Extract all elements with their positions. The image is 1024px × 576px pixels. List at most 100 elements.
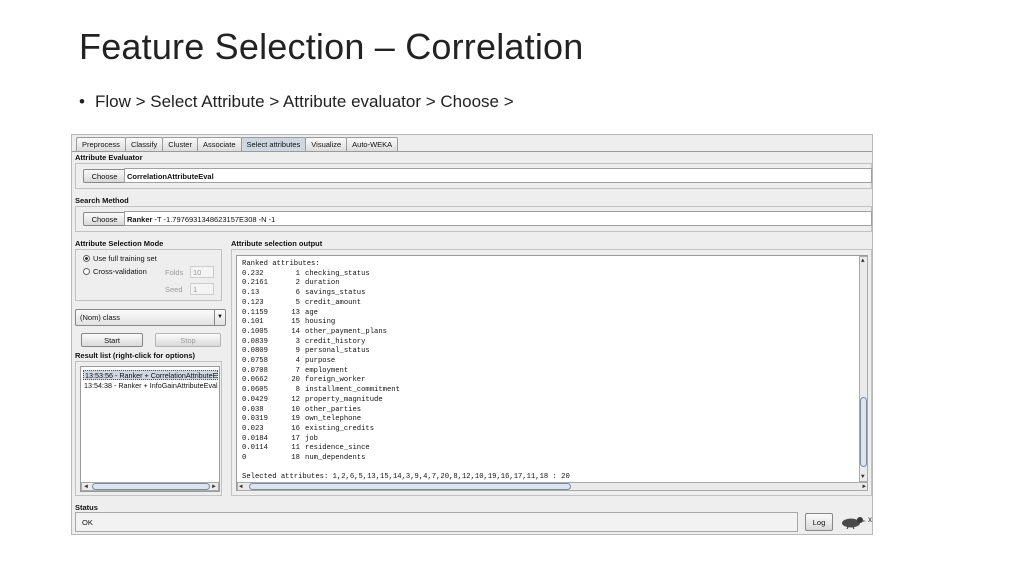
evaluator-choose-button[interactable]: Choose	[83, 169, 126, 183]
rank-attribute: savings_status	[305, 289, 366, 298]
rank-attribute: residence_since	[305, 444, 370, 453]
rank-score: 0.1159	[242, 308, 268, 317]
rank-index: 18	[291, 454, 300, 462]
rank-score: 0.038	[242, 405, 264, 414]
tab-auto-weka[interactable]: Auto-WEKA	[346, 137, 399, 152]
rank-score: 0.0839	[242, 337, 268, 346]
scroll-down-icon[interactable]: ▼	[861, 473, 865, 481]
rank-attribute: foreign_worker	[305, 376, 366, 385]
output-vscroll-thumb[interactable]	[860, 397, 867, 467]
bullet-dot: •	[79, 92, 85, 111]
output-rank-row: 0.0809 9 personal_status	[242, 347, 370, 357]
output-vscrollbar[interactable]: ▲ ▼	[859, 256, 868, 482]
tab-divider	[72, 151, 872, 152]
rank-score: 0.0605	[242, 386, 268, 395]
output-rank-row: 0.0319 19 own_telephone	[242, 415, 361, 425]
result-list-scroll-thumb[interactable]	[92, 483, 210, 490]
tab-bar: Preprocess Classify Cluster Associate Se…	[76, 137, 399, 152]
rank-index: 2	[295, 279, 300, 288]
scroll-left-icon[interactable]: ◄	[239, 483, 243, 491]
rank-index: 17	[291, 434, 300, 443]
rank-score: 0.123	[242, 298, 264, 307]
output-hscroll-thumb[interactable]	[249, 483, 571, 490]
tab-visualize[interactable]: Visualize	[305, 137, 348, 152]
output-rank-row: 0.0184 17 job	[242, 435, 318, 445]
output-rank-row: 0.0114 11 residence_since	[242, 444, 370, 454]
result-list-item[interactable]: 13:54:38 - Ranker + InfoGainAttributeEva…	[83, 381, 218, 391]
rank-index: 15	[291, 318, 300, 327]
rank-attribute: credit_amount	[305, 298, 362, 307]
output-rank-row: 0.023 16 existing_credits	[242, 425, 374, 435]
rank-score: 0.13	[242, 289, 260, 298]
status-section-label: Status	[75, 503, 98, 512]
rank-score: 0.0114	[242, 444, 268, 453]
output-rank-row: 0.0708 7 employment	[242, 367, 348, 377]
chevron-down-icon: ▼	[214, 310, 225, 325]
rank-score: 0.0809	[242, 347, 268, 356]
output-rank-row: 0 18 num_dependents	[242, 454, 365, 464]
tab-cluster[interactable]: Cluster	[162, 137, 198, 152]
radio-unselected-icon	[83, 268, 90, 275]
rank-attribute: employment	[305, 366, 349, 375]
tab-preprocess[interactable]: Preprocess	[76, 137, 126, 152]
search-field[interactable]: Ranker -T -1.7976931348623157E308 -N -1	[124, 211, 872, 226]
rank-score: 0.0319	[242, 415, 268, 424]
stop-button[interactable]: Stop	[155, 333, 221, 347]
output-rank-row: 0.13 6 savings_status	[242, 289, 365, 299]
rank-score: 0.1005	[242, 327, 268, 336]
radio-full-training[interactable]: Use full training set	[83, 254, 157, 264]
radio-cross-validation[interactable]: Cross-validation	[83, 267, 147, 277]
search-choose-button[interactable]: Choose	[83, 212, 126, 226]
attribute-selection-output[interactable]: Ranked attributes: 0.232 1 checking_status…	[236, 255, 868, 491]
output-rank-row: 0.0429 12 property_magnitude	[242, 396, 383, 406]
rank-index: 20	[291, 376, 300, 385]
scroll-right-icon[interactable]: ►	[211, 483, 217, 491]
rank-index: 12	[291, 395, 300, 404]
start-button[interactable]: Start	[81, 333, 143, 347]
result-list-hscrollbar[interactable]: ◄ ►	[81, 482, 219, 491]
rank-score: 0.0429	[242, 395, 268, 404]
output-rank-row: 0.232 1 checking_status	[242, 270, 370, 280]
rank-attribute: credit_history	[305, 337, 366, 346]
tab-classify[interactable]: Classify	[124, 137, 164, 152]
class-select[interactable]: (Nom) class ▼	[75, 309, 226, 326]
rank-attribute: checking_status	[305, 269, 370, 278]
log-button[interactable]: Log	[805, 513, 833, 531]
radio-cross-validation-label: Cross-validation	[93, 267, 147, 276]
output-rank-row: 0.123 5 credit_amount	[242, 299, 361, 309]
search-section-label: Search Method	[75, 196, 129, 205]
rank-attribute: own_telephone	[305, 415, 362, 424]
result-list-item[interactable]: 13:53:56 - Ranker + CorrelationAttribute…	[83, 370, 218, 380]
status-bar: OK	[75, 512, 798, 532]
tab-select-attributes[interactable]: Select attributes	[240, 137, 307, 152]
rank-score: 0.101	[242, 318, 264, 327]
output-rank-row: 0.2161 2 duration	[242, 279, 340, 289]
result-list[interactable]: 13:53:56 - Ranker + CorrelationAttribute…	[80, 366, 220, 492]
slide-title: Feature Selection – Correlation	[79, 26, 584, 67]
evaluator-section-label: Attribute Evaluator	[75, 153, 143, 162]
rank-attribute: job	[305, 434, 318, 443]
rank-index: 7	[295, 366, 300, 375]
folds-field[interactable]: 10	[190, 266, 214, 278]
rank-score: 0.0184	[242, 434, 268, 443]
scroll-up-icon[interactable]: ▲	[861, 257, 865, 265]
folds-label: Folds	[165, 268, 184, 277]
rank-index: 3	[295, 337, 300, 346]
evaluator-field[interactable]: CorrelationAttributeEval	[124, 168, 872, 183]
seed-field[interactable]: 1	[190, 283, 214, 295]
search-method-name: Ranker	[127, 215, 153, 224]
output-rank-row: 0.0662 20 foreign_worker	[242, 376, 365, 386]
output-hscrollbar[interactable]: ◄ ►	[237, 482, 868, 491]
rank-attribute: purpose	[305, 357, 336, 365]
tab-associate[interactable]: Associate	[196, 137, 242, 152]
rank-attribute: other_payment_plans	[305, 327, 387, 336]
output-rank-row: 0.0839 3 credit_history	[242, 338, 365, 348]
rank-attribute: duration	[305, 279, 340, 288]
output-rank-row: 0.0605 8 installment_commitment	[242, 386, 400, 396]
scroll-left-icon[interactable]: ◄	[83, 483, 89, 491]
search-method-args: -T -1.7976931348623157E308 -N -1	[152, 215, 276, 224]
output-rank-row: 0.038 10 other_parties	[242, 406, 361, 416]
rank-index: 9	[295, 347, 300, 356]
rank-score: 0.232	[242, 269, 264, 278]
scroll-right-icon[interactable]: ►	[862, 483, 866, 491]
